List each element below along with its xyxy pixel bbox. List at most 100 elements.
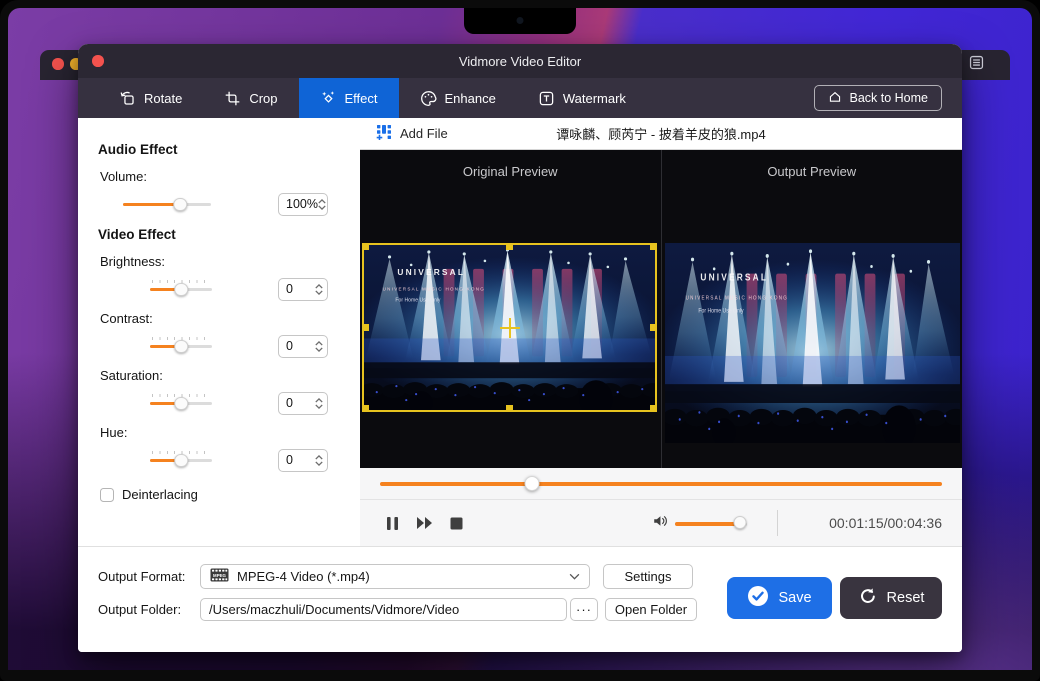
stepper-arrows[interactable]: [315, 398, 323, 409]
slider-thumb[interactable]: [174, 397, 188, 411]
original-preview-pane: Original Preview: [360, 150, 661, 468]
saturation-spinner[interactable]: 0: [278, 392, 328, 415]
reset-button[interactable]: Reset: [840, 577, 942, 619]
fast-forward-button[interactable]: [416, 516, 433, 530]
output-folder-value: /Users/maczhuli/Documents/Vidmore/Video: [209, 602, 459, 617]
original-preview-label: Original Preview: [360, 164, 661, 179]
output-panel: Output Format: MPEG MPEG-4 Video (*.mp4)…: [78, 546, 962, 652]
effect-slider-saturation[interactable]: [150, 396, 212, 411]
divider: [777, 510, 778, 536]
settings-label: Settings: [625, 569, 672, 584]
save-button[interactable]: Save: [727, 577, 832, 619]
hue-spinner[interactable]: 0: [278, 449, 328, 472]
volume-slider[interactable]: [123, 197, 211, 212]
chevron-down-icon: [569, 573, 580, 580]
settings-button[interactable]: Settings: [603, 564, 693, 589]
watermark-icon: [538, 90, 555, 107]
effect-slider-brightness[interactable]: [150, 282, 212, 297]
crop-handle[interactable]: [506, 405, 513, 412]
watermark-brand: UNIVERSAL: [700, 272, 768, 283]
crop-handle[interactable]: [650, 405, 657, 412]
slider-thumb[interactable]: [173, 198, 187, 212]
watermark-line3: For Home Use Only: [698, 308, 743, 315]
back-to-home-label: Back to Home: [849, 91, 928, 105]
deinterlacing-checkbox[interactable]: [100, 488, 114, 502]
add-file-button[interactable]: Add File: [376, 124, 448, 143]
laptop-mockup: Vidmore Video Editor Rotate Crop Effect …: [0, 0, 1040, 681]
player-volume-slider[interactable]: [675, 516, 747, 530]
stepper-arrows[interactable]: [315, 455, 323, 466]
slider-thumb[interactable]: [174, 340, 188, 354]
output-video: UNIVERSAL UNIVERSAL MUSIC HONG KONG For …: [665, 243, 960, 443]
audio-effect-title: Audio Effect: [98, 142, 360, 157]
add-file-icon: [376, 124, 392, 143]
saturation-label: Saturation:: [100, 368, 360, 383]
palette-icon: [420, 90, 437, 107]
crop-icon: [224, 90, 241, 107]
effect-slider-hue[interactable]: [150, 453, 212, 468]
tab-label: Watermark: [563, 91, 626, 106]
stepper-arrows[interactable]: [315, 284, 323, 295]
effect-slider-contrast[interactable]: [150, 339, 212, 354]
tab-rotate[interactable]: Rotate: [98, 78, 203, 118]
tab-crop[interactable]: Crop: [203, 78, 298, 118]
open-folder-button[interactable]: Open Folder: [605, 598, 697, 621]
preview-area: Original Preview: [360, 150, 962, 468]
contrast-spinner[interactable]: 0: [278, 335, 328, 358]
progress-thumb[interactable]: [524, 476, 539, 491]
stop-button[interactable]: [450, 517, 463, 530]
progress-slider[interactable]: [380, 476, 942, 492]
video-effect-title: Video Effect: [98, 227, 360, 242]
saturation-value: 0: [286, 396, 293, 410]
stepper-arrows[interactable]: [318, 199, 326, 210]
crop-handle[interactable]: [362, 324, 369, 331]
tab-enhance[interactable]: Enhance: [399, 78, 517, 118]
browse-button[interactable]: ···: [570, 598, 598, 621]
crop-selection[interactable]: [362, 243, 657, 412]
crop-handle[interactable]: [650, 243, 657, 250]
hue-label: Hue:: [100, 425, 360, 440]
open-folder-label: Open Folder: [615, 602, 687, 617]
slider-fill: [123, 203, 180, 207]
tab-label: Effect: [345, 91, 378, 106]
laptop-screen: Vidmore Video Editor Rotate Crop Effect …: [8, 8, 1032, 670]
slider-thumb[interactable]: [174, 283, 188, 297]
brightness-value: 0: [286, 282, 293, 296]
deinterlacing-label: Deinterlacing: [122, 487, 198, 502]
effects-panel: Audio Effect Volume: 100%: [78, 118, 360, 546]
tab-bar: Rotate Crop Effect Enhance Watermark Bac…: [78, 78, 962, 118]
brightness-spinner[interactable]: 0: [278, 278, 328, 301]
close-window-button[interactable]: [52, 58, 64, 70]
playback-controls: 00:01:15/00:04:36: [360, 500, 962, 546]
slider-thumb[interactable]: [733, 516, 746, 529]
progress-bar-row: [360, 468, 962, 500]
stepper-arrows[interactable]: [315, 341, 323, 352]
list-icon[interactable]: [968, 54, 985, 76]
progress-track[interactable]: [380, 482, 942, 487]
add-file-label: Add File: [400, 126, 448, 141]
speaker-icon[interactable]: [652, 513, 668, 534]
watermark-line2: UNIVERSAL MUSIC HONG KONG: [685, 295, 787, 302]
svg-text:MPEG: MPEG: [213, 573, 227, 578]
volume-value: 100%: [286, 197, 318, 211]
crop-handle[interactable]: [506, 243, 513, 250]
output-format-select[interactable]: MPEG MPEG-4 Video (*.mp4): [200, 564, 590, 589]
output-folder-label: Output Folder:: [98, 602, 200, 617]
volume-spinner[interactable]: 100%: [278, 193, 328, 216]
pause-button[interactable]: [386, 516, 399, 531]
time-display: 00:01:15/00:04:36: [802, 515, 942, 531]
tab-effect[interactable]: Effect: [299, 78, 399, 118]
slider-fill: [675, 522, 740, 526]
output-folder-field[interactable]: /Users/maczhuli/Documents/Vidmore/Video: [200, 598, 567, 621]
rotate-icon: [119, 90, 136, 107]
tab-label: Rotate: [144, 91, 182, 106]
crop-handle[interactable]: [362, 243, 369, 250]
close-button[interactable]: [92, 55, 104, 67]
home-icon: [828, 90, 842, 107]
crop-handle[interactable]: [362, 405, 369, 412]
tab-watermark[interactable]: Watermark: [517, 78, 647, 118]
crop-handle[interactable]: [650, 324, 657, 331]
save-label: Save: [778, 590, 811, 606]
slider-thumb[interactable]: [174, 454, 188, 468]
back-to-home-button[interactable]: Back to Home: [814, 85, 942, 111]
